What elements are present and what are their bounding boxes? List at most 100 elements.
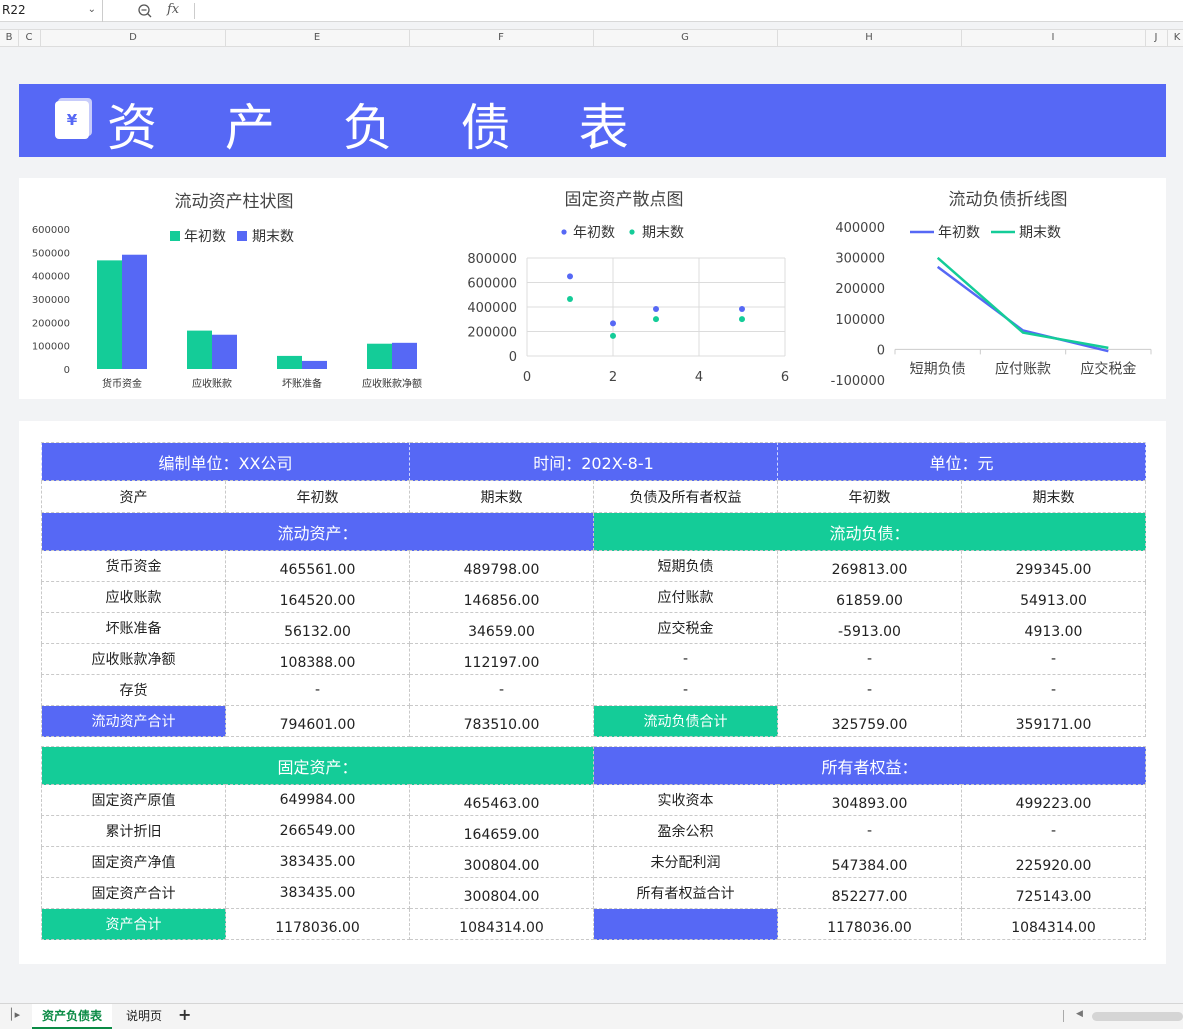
table-cell[interactable]: 固定资产原值 [41,784,226,816]
column-header-j[interactable]: J [1155,32,1158,43]
table-cell[interactable]: 108388.00 [225,643,410,675]
table-cell[interactable]: 225920.00 [960,846,1147,878]
total-cell[interactable]: 流动负债合计 [593,705,778,737]
table-cell[interactable]: 266549.00 [225,815,410,847]
table-cell[interactable]: 34659.00 [409,612,594,644]
table-cell[interactable]: 725143.00 [960,877,1147,909]
table-cell[interactable]: 61859.00 [777,581,962,613]
table-cell[interactable]: 货币资金 [41,550,226,582]
table-cell[interactable]: 应交税金 [593,612,778,644]
table-cell[interactable]: 应付账款 [593,581,778,613]
chevron-down-icon[interactable]: ⌄ [88,0,96,20]
table-cell[interactable]: 短期负债 [593,550,778,582]
table-cell[interactable]: 实收资本 [593,784,778,816]
table-cell[interactable]: 164659.00 [409,815,594,847]
table-cell[interactable]: 所有者权益合计 [593,877,778,909]
table-cell[interactable]: - [960,674,1147,706]
column-header-cell[interactable]: 年初数 [225,480,410,513]
add-sheet-button[interactable]: + [178,1005,191,1024]
table-cell[interactable]: 852277.00 [777,877,962,909]
table-cell[interactable]: 累计折旧 [41,815,226,847]
table-cell[interactable]: - [409,674,594,706]
column-header-cell[interactable]: 负债及所有者权益 [593,480,778,513]
table-cell[interactable]: 146856.00 [409,581,594,613]
tab-notes[interactable]: 说明页 [116,1004,172,1029]
column-header-d[interactable]: D [129,32,137,43]
table-cell[interactable]: 489798.00 [409,550,594,582]
grand-total-cell[interactable]: 1084314.00 [409,908,594,940]
column-header-e[interactable]: E [314,32,320,43]
total-cell[interactable]: 783510.00 [409,705,594,737]
table-cell[interactable]: - [960,815,1147,847]
table-cell[interactable]: 固定资产净值 [41,846,226,878]
name-box[interactable]: R22 ⌄ [0,0,103,22]
current-assets-label[interactable]: 流动资产： [41,512,594,551]
table-cell[interactable]: - [960,643,1147,675]
table-cell[interactable]: 存货 [41,674,226,706]
current-liabilities-label[interactable]: 流动负债： [592,512,1147,551]
unit-cell[interactable]: 单位：元 [776,442,1147,481]
first-sheet-icon[interactable]: │▸ [8,1008,20,1021]
table-cell[interactable]: 465463.00 [409,784,594,816]
table-cell[interactable]: 应收账款 [41,581,226,613]
table-cell[interactable]: 547384.00 [777,846,962,878]
column-header-cell[interactable]: 期末数 [960,480,1147,513]
column-header-b[interactable]: B [6,32,13,43]
table-cell[interactable]: 465561.00 [225,550,410,582]
table-cell[interactable]: 649984.00 [225,784,410,816]
company-cell[interactable]: 编制单位：XX公司 [41,442,410,481]
grand-total-cell[interactable]: 资产合计 [41,908,226,940]
table-cell[interactable]: 164520.00 [225,581,410,613]
table-cell[interactable]: - [225,674,410,706]
fx-icon[interactable]: fx [167,0,179,20]
fixed-assets-label[interactable]: 固定资产： [41,746,594,785]
zoom-icon[interactable] [137,3,153,19]
horizontal-scrollbar[interactable] [1092,1012,1183,1021]
table-cell[interactable]: 56132.00 [225,612,410,644]
table-cell[interactable]: 499223.00 [960,784,1147,816]
total-cell[interactable]: 794601.00 [225,705,410,737]
table-cell[interactable]: 112197.00 [409,643,594,675]
scroll-left-icon[interactable]: ◀ [1076,1009,1083,1019]
column-header-k[interactable]: K [1174,32,1181,43]
table-cell[interactable]: 383435.00 [225,877,410,909]
column-header-i[interactable]: I [1052,32,1055,43]
total-cell[interactable]: 流动资产合计 [41,705,226,737]
total-cell[interactable]: 359171.00 [960,705,1147,737]
table-cell[interactable]: 未分配利润 [593,846,778,878]
grand-total-cell[interactable]: 1178036.00 [225,908,410,940]
grand-total-cell[interactable]: 1178036.00 [777,908,962,940]
tab-balance-sheet[interactable]: 资产负债表 [32,1004,113,1029]
table-cell[interactable]: 300804.00 [409,877,594,909]
table-cell[interactable]: - [777,643,962,675]
total-cell[interactable]: 325759.00 [777,705,962,737]
table-cell[interactable]: 盈余公积 [593,815,778,847]
column-header-c[interactable]: C [26,32,33,43]
table-cell[interactable]: - [777,815,962,847]
column-header-cell[interactable]: 期末数 [409,480,594,513]
table-cell[interactable]: 300804.00 [409,846,594,878]
table-cell[interactable]: 383435.00 [225,846,410,878]
equity-label[interactable]: 所有者权益： [592,746,1147,785]
formula-input[interactable] [196,0,1181,22]
grand-total-cell[interactable] [593,908,778,940]
table-cell[interactable]: 坏账准备 [41,612,226,644]
column-header-f[interactable]: F [498,32,504,43]
column-header-h[interactable]: H [865,32,873,43]
table-cell[interactable]: 固定资产合计 [41,877,226,909]
grand-total-cell[interactable]: 1084314.00 [960,908,1147,940]
table-cell[interactable]: 应收账款净额 [41,643,226,675]
date-cell[interactable]: 时间：202X-8-1 [409,442,778,481]
table-cell[interactable]: - [593,643,778,675]
column-header-cell[interactable]: 年初数 [777,480,962,513]
table-cell[interactable]: 4913.00 [960,612,1147,644]
table-cell[interactable]: -5913.00 [777,612,962,644]
column-header-g[interactable]: G [681,32,689,43]
table-cell[interactable]: 269813.00 [777,550,962,582]
table-cell[interactable]: 304893.00 [777,784,962,816]
table-cell[interactable]: - [593,674,778,706]
table-cell[interactable]: 299345.00 [960,550,1147,582]
table-cell[interactable]: 54913.00 [960,581,1147,613]
column-header-cell[interactable]: 资产 [41,480,226,513]
table-cell[interactable]: - [777,674,962,706]
